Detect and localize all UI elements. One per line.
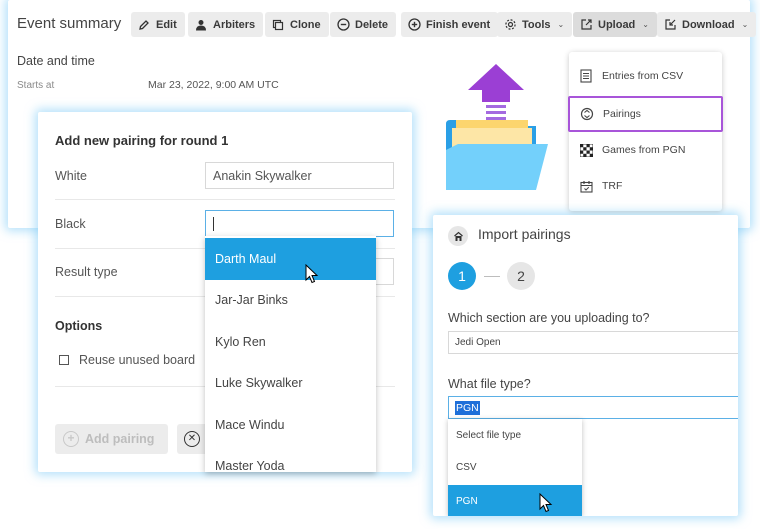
chevron-down-icon: ⌄: [642, 20, 649, 29]
black-label: Black: [55, 217, 86, 231]
file-type-option[interactable]: PGN: [448, 485, 582, 516]
edit-button[interactable]: Edit: [131, 12, 185, 37]
menu-item-games-pgn[interactable]: Games from PGN: [569, 132, 722, 168]
mouse-cursor-icon: [305, 264, 319, 284]
chevron-down-icon: ⌄: [557, 20, 565, 29]
menu-item-pairings[interactable]: Pairings: [568, 96, 723, 132]
starts-at-label: Starts at: [17, 80, 55, 91]
file-type-select[interactable]: PGN: [448, 396, 738, 419]
add-pairing-title: Add new pairing for round 1: [55, 133, 229, 148]
black-player-field[interactable]: [205, 210, 394, 237]
divider: [55, 199, 395, 200]
delete-label: Delete: [355, 18, 389, 31]
menu-item-label: Entries from CSV: [602, 70, 684, 82]
starts-at-value: Mar 23, 2022, 9:00 AM UTC: [148, 79, 279, 91]
white-label: White: [55, 169, 87, 183]
upload-label: Upload: [598, 18, 636, 31]
file-type-question: What file type?: [448, 377, 531, 391]
add-pairing-button[interactable]: + Add pairing: [55, 424, 168, 454]
menu-item-label: Pairings: [603, 108, 641, 120]
player-option[interactable]: Master Yoda: [205, 445, 376, 472]
chessboard-icon: [579, 143, 593, 157]
section-select[interactable]: Jedi Open: [448, 331, 738, 354]
delete-button[interactable]: Delete: [330, 12, 397, 37]
download-icon: [663, 18, 677, 32]
pairings-icon: [580, 107, 594, 121]
clone-button[interactable]: Clone: [265, 12, 329, 37]
clone-label: Clone: [290, 18, 321, 31]
white-player-field[interactable]: Anakin Skywalker: [205, 162, 394, 189]
plus-circle-icon: +: [63, 431, 79, 447]
close-circle-icon: ✕: [184, 431, 200, 447]
reuse-board-checkbox[interactable]: [59, 355, 69, 365]
edit-label: Edit: [156, 18, 177, 31]
section-question: Which section are you uploading to?: [448, 311, 650, 325]
download-button[interactable]: Download ⌄: [657, 12, 757, 37]
upload-menu: Entries from CSV Pairings Games from PGN…: [568, 52, 723, 211]
options-heading: Options: [55, 319, 103, 333]
menu-item-trf[interactable]: TRF: [569, 168, 722, 204]
finish-event-label: Finish event: [426, 18, 491, 31]
folder-upload-illustration: [440, 62, 552, 192]
reuse-board-label: Reuse unused board: [79, 353, 196, 367]
add-pairing-label: Add pairing: [85, 432, 155, 446]
date-time-heading: Date and time: [17, 54, 95, 68]
arbiters-button[interactable]: Arbiters: [188, 12, 264, 37]
step-2-indicator[interactable]: 2: [507, 262, 535, 290]
file-type-dropdown: Select file type CSV PGN: [448, 419, 582, 516]
user-icon: [194, 18, 208, 32]
arbiters-label: Arbiters: [213, 18, 256, 31]
player-option[interactable]: Luke Skywalker: [205, 362, 376, 404]
result-type-label: Result type: [55, 265, 118, 279]
plus-circle-icon: [407, 18, 421, 32]
chevron-down-icon: ⌄: [741, 20, 749, 29]
player-option[interactable]: Jar-Jar Binks: [205, 279, 376, 321]
white-player-value: Anakin Skywalker: [213, 168, 312, 183]
menu-item-label: TRF: [602, 180, 623, 192]
player-option[interactable]: Darth Maul: [205, 238, 376, 280]
file-type-option[interactable]: CSV: [448, 451, 582, 483]
calendar-icon: [579, 179, 593, 193]
page-title: Event summary: [17, 15, 122, 32]
csv-file-icon: [579, 69, 593, 83]
import-pairings-title: Import pairings: [478, 226, 571, 242]
section-select-value: Jedi Open: [455, 337, 501, 348]
menu-item-entries-csv[interactable]: Entries from CSV: [569, 58, 722, 94]
mouse-cursor-icon: [539, 493, 553, 513]
copy-icon: [271, 18, 285, 32]
gear-icon: [503, 18, 517, 32]
menu-item-label: Games from PGN: [602, 144, 686, 156]
upload-button[interactable]: Upload ⌄: [573, 12, 657, 37]
upload-icon: [579, 18, 593, 32]
minus-circle-icon: [336, 18, 350, 32]
tools-label: Tools: [522, 18, 551, 31]
pencil-icon: [137, 18, 151, 32]
player-option[interactable]: Kylo Ren: [205, 321, 376, 363]
text-caret: [213, 216, 214, 231]
import-icon: [448, 226, 468, 246]
step-connector: [484, 276, 500, 277]
finish-event-button[interactable]: Finish event: [401, 12, 499, 37]
summary-toolbar: Event summary Edit Arbiters Clone Delete: [8, 12, 757, 38]
file-type-select-value: PGN: [455, 400, 480, 415]
tools-button[interactable]: Tools ⌄: [497, 12, 573, 37]
black-player-dropdown: Darth Maul Jar-Jar Binks Kylo Ren Luke S…: [205, 236, 376, 472]
step-1-indicator[interactable]: 1: [448, 262, 476, 290]
download-label: Download: [682, 18, 735, 31]
player-option[interactable]: Mace Windu: [205, 404, 376, 446]
file-type-option[interactable]: Select file type: [448, 419, 582, 451]
reuse-board-option[interactable]: Reuse unused board: [59, 353, 195, 367]
import-pairings-panel: Import pairings 1 2 Which section are yo…: [433, 215, 738, 516]
